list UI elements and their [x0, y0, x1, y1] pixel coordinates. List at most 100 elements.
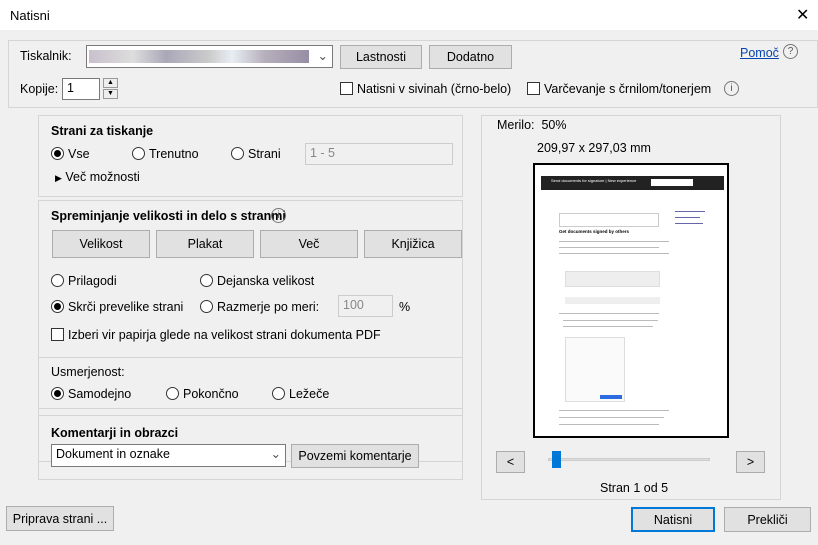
radio-label: Samodejno — [68, 387, 132, 401]
radio-icon — [51, 147, 64, 160]
printer-select[interactable]: ⌄ — [86, 45, 333, 68]
radio-label: Trenutno — [149, 147, 199, 161]
comments-value: Dokument in oznake — [56, 447, 170, 461]
copies-label: Kopije: — [20, 82, 59, 96]
radio-label: Razmerje po meri: — [217, 300, 320, 314]
preview-line — [559, 410, 669, 411]
radio-all[interactable]: Vse — [51, 147, 90, 161]
radio-icon — [200, 274, 213, 287]
radio-icon — [51, 274, 64, 287]
page-slider-thumb[interactable] — [552, 451, 561, 468]
percent-label: % — [399, 300, 411, 314]
blurred-printer-name — [89, 50, 309, 63]
page-setup-button[interactable]: Priprava strani ... — [6, 506, 114, 531]
spin-up-icon[interactable]: ▲ — [103, 78, 118, 88]
chevron-down-icon: ⌄ — [270, 447, 281, 461]
multiple-button[interactable]: Več — [260, 230, 358, 258]
radio-label: Ležeče — [289, 387, 330, 401]
preview-dialog-image — [565, 337, 625, 402]
printer-label: Tiskalnik: — [20, 49, 72, 63]
radio-label: Prilagodi — [68, 274, 117, 288]
preview-line — [559, 247, 659, 248]
radio-icon — [231, 147, 244, 160]
radio-label: Strani — [248, 147, 281, 161]
ink-saver-checkbox[interactable]: Varčevanje s črnilom/tonerjem — [527, 82, 711, 96]
preview-note — [559, 213, 659, 227]
comments-select[interactable]: Dokument in oznake ⌄ — [51, 444, 286, 467]
radio-label: Dejanska velikost — [217, 274, 315, 288]
preview-line — [675, 211, 705, 212]
preview-line — [563, 326, 653, 327]
booklet-button[interactable]: Knjižica — [364, 230, 462, 258]
radio-landscape[interactable]: Ležeče — [272, 387, 329, 401]
radio-fit[interactable]: Prilagodi — [51, 274, 117, 288]
orientation-title: Usmerjenost: — [51, 365, 125, 379]
preview-line — [675, 217, 700, 218]
radio-auto[interactable]: Samodejno — [51, 387, 131, 401]
page-indicator: Stran 1 od 5 — [600, 481, 669, 495]
page-range-input[interactable]: 1 - 5 — [305, 143, 453, 165]
properties-button[interactable]: Lastnosti — [340, 45, 422, 69]
radio-portrait[interactable]: Pokončno — [166, 387, 239, 401]
checkbox-icon — [340, 82, 353, 95]
radio-icon — [132, 147, 145, 160]
more-options-label: Več možnosti — [65, 170, 140, 184]
radio-current[interactable]: Trenutno — [132, 147, 199, 161]
cancel-button[interactable]: Prekliči — [724, 507, 811, 532]
scale-label: Merilo: 50% — [497, 118, 567, 132]
preview-line — [559, 241, 669, 242]
radio-actual-size[interactable]: Dejanska velikost — [200, 274, 314, 288]
preview-line — [563, 320, 658, 321]
preview-line — [559, 253, 669, 254]
window-title: Natisni — [10, 8, 50, 23]
checkbox-icon — [51, 328, 64, 341]
radio-custom-scale[interactable]: Razmerje po meri: — [200, 300, 319, 314]
radio-label: Vse — [68, 147, 90, 161]
radio-pages[interactable]: Strani — [231, 147, 281, 161]
summarize-comments-button[interactable]: Povzemi komentarje — [291, 444, 419, 468]
preview-line — [559, 424, 659, 425]
size-button[interactable]: Velikost — [52, 230, 150, 258]
next-page-button[interactable]: > — [736, 451, 765, 473]
spin-down-icon[interactable]: ▼ — [103, 89, 118, 99]
grayscale-checkbox[interactable]: Natisni v sivinah (črno-belo) — [340, 82, 511, 96]
help-icon[interactable]: ? — [783, 44, 798, 59]
preview-toolbar-image — [565, 297, 660, 304]
page-preview: Send documents for signature | New exper… — [533, 163, 729, 438]
triangle-right-icon: ▶ — [55, 173, 62, 183]
preview-doc-title: Get documents signed by others — [559, 229, 630, 234]
poster-button[interactable]: Plakat — [156, 230, 254, 258]
title-bar — [0, 0, 818, 30]
radio-label: Pokončno — [183, 387, 239, 401]
more-options[interactable]: ▶ Več možnosti — [55, 170, 140, 184]
paper-source-label: Izberi vir papirja glede na velikost str… — [68, 328, 381, 342]
sizing-title: Spreminjanje velikosti in delo s stranmi — [51, 209, 286, 223]
radio-label: Skrči prevelike strani — [68, 300, 184, 314]
preview-line — [559, 313, 659, 314]
radio-icon — [166, 387, 179, 400]
info-icon[interactable]: i — [724, 81, 739, 96]
checkbox-icon — [527, 82, 540, 95]
close-icon[interactable]: ✕ — [796, 5, 809, 25]
print-button[interactable]: Natisni — [631, 507, 715, 532]
comments-title: Komentarji in obrazci — [51, 426, 179, 440]
copies-input[interactable]: 1 — [62, 78, 100, 100]
radio-icon — [51, 300, 64, 313]
page-slider-track[interactable] — [548, 458, 710, 461]
info-icon[interactable]: i — [271, 208, 286, 223]
paper-size-label: 209,97 x 297,03 mm — [537, 141, 651, 155]
radio-shrink[interactable]: Skrči prevelike strani — [51, 300, 183, 314]
custom-scale-input[interactable]: 100 — [338, 295, 393, 317]
pages-title: Strani za tiskanje — [51, 124, 154, 138]
paper-source-checkbox[interactable]: Izberi vir papirja glede na velikost str… — [51, 328, 381, 342]
advanced-button[interactable]: Dodatno — [429, 45, 512, 69]
radio-icon — [51, 387, 64, 400]
preview-toolbar-image — [565, 271, 660, 287]
prev-page-button[interactable]: < — [496, 451, 525, 473]
preview-search — [651, 179, 693, 186]
radio-icon — [200, 300, 213, 313]
help-link[interactable]: Pomoč — [740, 46, 779, 60]
preview-doc-header: Send documents for signature | New exper… — [541, 176, 724, 190]
radio-icon — [272, 387, 285, 400]
ink-saver-label: Varčevanje s črnilom/tonerjem — [544, 82, 712, 96]
